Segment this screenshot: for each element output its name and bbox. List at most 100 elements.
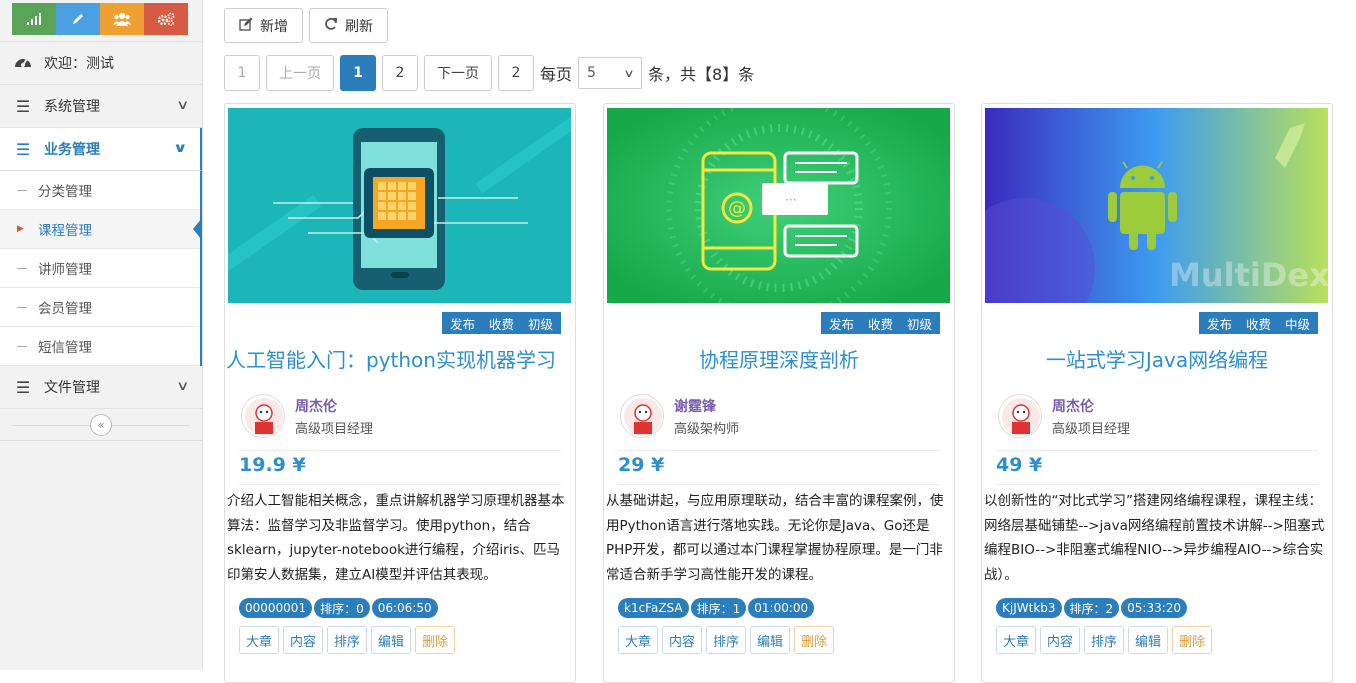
sidebar-item-category[interactable]: 分类管理 <box>0 171 200 210</box>
pencil-icon[interactable] <box>56 3 100 35</box>
course-title: 一站式学习Java网络编程 <box>1045 348 1269 372</box>
charge-tag: 收费 <box>1245 316 1271 332</box>
menu-system[interactable]: ☰ 系统管理 ∨ <box>0 85 202 128</box>
chevron-down-icon: ∨ <box>173 141 189 156</box>
page-prev[interactable]: 上一页 <box>266 55 334 91</box>
page-next[interactable]: 下一页 <box>424 55 492 91</box>
shortcut-bar <box>0 0 202 42</box>
course-price: 29 ¥ <box>618 454 665 476</box>
menu-files-label: 文件管理 <box>44 380 100 396</box>
sidebar-item-label: 会员管理 <box>38 301 92 317</box>
page-last[interactable]: 2 <box>498 55 534 91</box>
delete-button[interactable]: 删除 <box>1172 626 1213 654</box>
teacher-title: 高级架构师 <box>674 421 740 437</box>
teacher-name[interactable]: 周杰伦 <box>295 396 373 416</box>
refresh-button[interactable]: 刷新 <box>309 8 388 43</box>
menu-business[interactable]: ☰ 业务管理 ∨ <box>0 128 202 171</box>
total-label: 条，共【8】条 <box>648 65 755 84</box>
level-tag: 初级 <box>527 316 553 332</box>
sidebar-item-course[interactable]: ▶ 课程管理 <box>0 210 202 249</box>
tick-line <box>17 346 27 347</box>
list-icon: ☰ <box>15 139 31 159</box>
signal-icon[interactable] <box>12 3 56 35</box>
sidebar: 欢迎：测试 ☰ 系统管理 ∨ ☰ 业务管理 ∨ 分类管理 ▶ 课程管理 讲师管理 … <box>0 0 203 670</box>
edit-button[interactable]: 编辑 <box>750 626 791 654</box>
chapter-button[interactable]: 大章 <box>618 626 659 654</box>
course-tags: 发布 收费 中级 <box>1198 312 1318 334</box>
chevron-down-icon: ∨ <box>176 98 190 113</box>
sort-button[interactable]: 排序 <box>706 626 747 654</box>
course-card: @ ··· 发布 收费 初级 协程原理深度剖析 谢霆锋 高级架构师 29 ¥ 从… <box>603 103 955 683</box>
divider <box>996 450 1318 451</box>
course-price: 49 ¥ <box>996 454 1043 476</box>
divider <box>996 484 1318 485</box>
svg-text:···: ··· <box>785 193 796 207</box>
teacher-name[interactable]: 周杰伦 <box>1052 396 1130 416</box>
edit-button[interactable]: 编辑 <box>371 626 412 654</box>
teacher-name[interactable]: 谢霆锋 <box>674 396 739 416</box>
sidebar-item-label: 分类管理 <box>38 184 92 200</box>
edit-button[interactable]: 编辑 <box>1128 626 1169 654</box>
users-icon[interactable] <box>100 3 144 35</box>
chevron-down-icon: ∨ <box>623 66 635 80</box>
tick-line <box>17 268 27 269</box>
sidebar-collapse: « <box>0 409 202 441</box>
sidebar-item-teacher[interactable]: 讲师管理 <box>0 249 200 288</box>
avatar <box>620 394 664 438</box>
page-first[interactable]: 1 <box>224 55 260 91</box>
status-tag: 发布 <box>1206 316 1232 332</box>
caret-right-icon: ▶ <box>17 224 24 234</box>
course-badges: k1cFaZSA 排序：1 01:00:00 <box>618 598 815 618</box>
content-button[interactable]: 内容 <box>283 626 324 654</box>
course-description: 以创新性的“对比式学习”搭建网络编程课程，课程主线：网络层基础铺垫-->java… <box>984 493 1325 583</box>
page-2[interactable]: 2 <box>382 55 418 91</box>
divider <box>239 450 561 451</box>
charge-tag: 收费 <box>867 316 893 332</box>
image-watermark-text: MultiDex <box>1169 256 1328 294</box>
cogs-icon[interactable] <box>144 3 188 35</box>
pagination: 1 上一页 1 2 下一页 2 每页 5 ∨ 条，共【8】条 <box>224 55 754 91</box>
refresh-button-label: 刷新 <box>345 18 373 35</box>
main-content: 新增 刷新 1 上一页 1 2 下一页 2 每页 5 ∨ 条，共【8】条 发布 … <box>204 0 1356 683</box>
welcome-text: 欢迎：测试 <box>44 56 114 72</box>
delete-button[interactable]: 删除 <box>415 626 456 654</box>
course-title: 人工智能入门：python实现机器学习 <box>226 348 556 372</box>
sort-badge: 排序：2 <box>1063 598 1120 618</box>
level-tag: 中级 <box>1284 316 1310 332</box>
sort-button[interactable]: 排序 <box>327 626 368 654</box>
page-size-value: 5 <box>587 65 596 81</box>
duration-badge: 05:33:20 <box>1121 598 1188 618</box>
delete-button[interactable]: 删除 <box>794 626 835 654</box>
add-button[interactable]: 新增 <box>224 8 303 43</box>
chapter-button[interactable]: 大章 <box>239 626 280 654</box>
page-current[interactable]: 1 <box>340 55 376 91</box>
content-button[interactable]: 内容 <box>662 626 703 654</box>
collapse-icon[interactable]: « <box>90 413 112 436</box>
sort-button[interactable]: 排序 <box>1084 626 1125 654</box>
sidebar-item-member[interactable]: 会员管理 <box>0 288 200 327</box>
teacher-info: 周杰伦 高级项目经理 <box>241 394 373 438</box>
toolbar: 新增 刷新 <box>224 8 388 43</box>
content-button[interactable]: 内容 <box>1040 626 1081 654</box>
menu-business-label: 业务管理 <box>44 142 100 158</box>
course-image: @ ··· <box>607 108 950 303</box>
course-description: 介绍人工智能相关概念，重点讲解机器学习原理机器基本算法：监督学习及非监督学习。使… <box>227 493 565 583</box>
teacher-title: 高级项目经理 <box>295 421 374 437</box>
course-badges: 00000001 排序：0 06:06:50 <box>239 598 438 618</box>
menu-files[interactable]: ☰ 文件管理 ∨ <box>0 366 202 409</box>
divider <box>239 484 561 485</box>
page-size-select[interactable]: 5 ∨ <box>578 57 643 89</box>
add-button-label: 新增 <box>260 18 288 35</box>
chevron-down-icon: ∨ <box>176 379 190 394</box>
sidebar-item-sms[interactable]: 短信管理 <box>0 327 200 366</box>
teacher-title: 高级项目经理 <box>1052 421 1131 437</box>
course-id-badge: 00000001 <box>239 598 313 618</box>
dashboard-icon <box>12 53 34 73</box>
divider <box>618 484 940 485</box>
course-tags: 发布 收费 初级 <box>820 312 940 334</box>
chapter-button[interactable]: 大章 <box>996 626 1037 654</box>
svg-text:@: @ <box>728 198 746 219</box>
course-image: MultiDex <box>985 108 1328 303</box>
status-tag: 发布 <box>449 316 475 332</box>
course-badges: KjJWtkb3 排序：2 05:33:20 <box>996 598 1188 618</box>
